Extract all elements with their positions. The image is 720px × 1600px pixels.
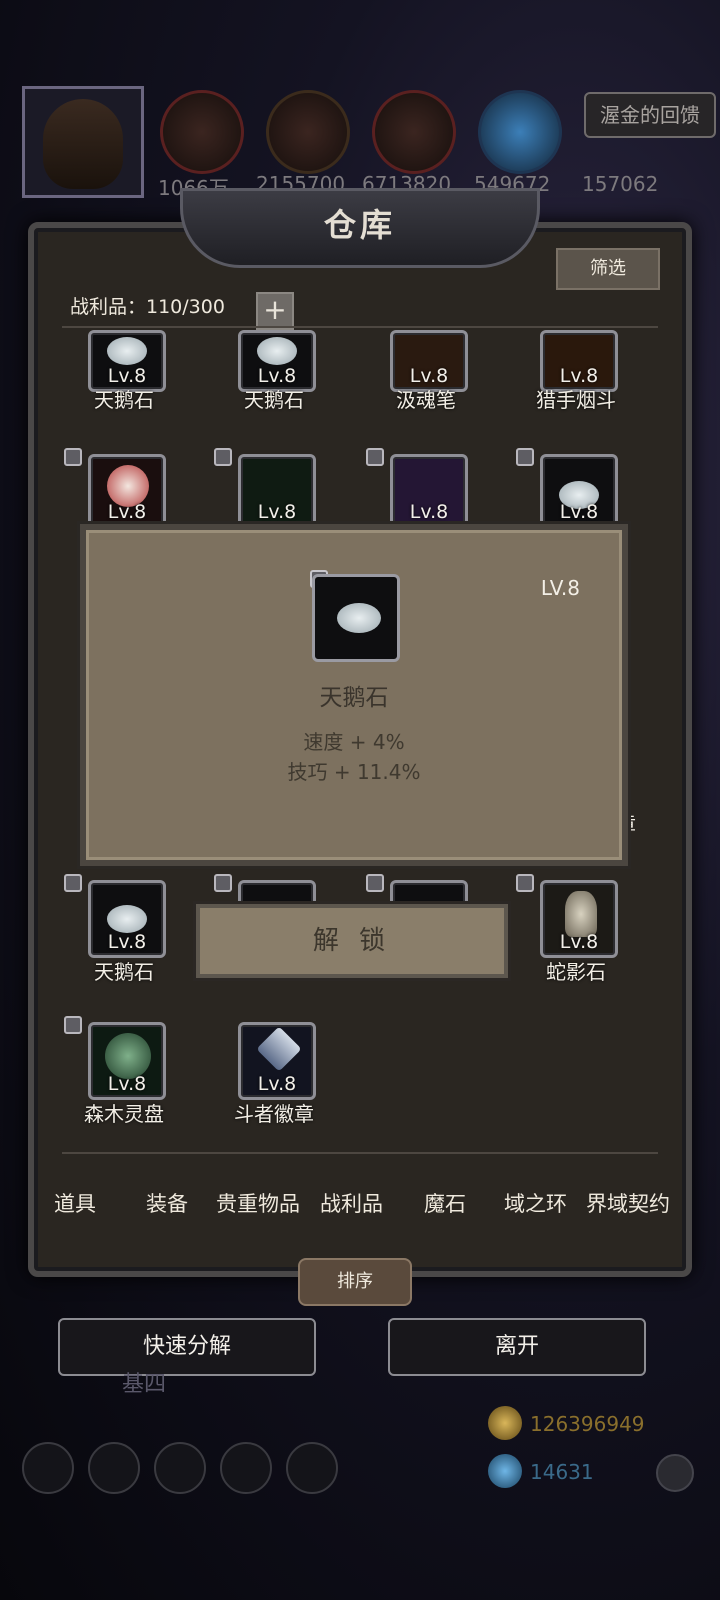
gem-amount: 14631 [530, 1460, 594, 1484]
player-avatar[interactable] [22, 86, 144, 198]
lock-icon [366, 448, 384, 466]
lock-icon [64, 874, 82, 892]
grid-item[interactable]: Lv.8 天鹅石 [214, 320, 334, 420]
popup-stat-speed: 速度 + 4% [303, 730, 405, 754]
tab-domain-ring[interactable]: 域之环 [504, 1188, 567, 1218]
lock-icon [366, 874, 384, 892]
tab-loot[interactable]: 战利品 [320, 1188, 383, 1218]
tab-domain-contract[interactable]: 界域契约 [586, 1188, 670, 1218]
grid-item[interactable]: Lv.8 天鹅石 [64, 320, 184, 420]
bottom-divider [62, 1152, 658, 1154]
menu-icon-5[interactable] [286, 1442, 338, 1494]
background-label: 基四 [122, 1372, 167, 1397]
leave-button[interactable]: 离开 [388, 1318, 646, 1376]
popup-level: LV.8 [540, 576, 580, 600]
filter-button[interactable]: 筛选 [556, 248, 660, 290]
lock-icon [64, 1016, 82, 1034]
grid-item[interactable]: Lv.8 天鹅石 [64, 874, 184, 984]
tab-valuables[interactable]: 贵重物品 [216, 1188, 300, 1218]
gem-icon [488, 1454, 522, 1488]
add-currency-icon[interactable] [656, 1454, 694, 1492]
resource-value-5: 157062 [582, 172, 659, 196]
grid-item[interactable]: Lv.8 猎手烟斗 [516, 320, 636, 420]
tab-props[interactable]: 道具 [54, 1188, 96, 1218]
mail-icon[interactable] [220, 1442, 272, 1494]
grid-item[interactable]: Lv.8 汲魂笔 [366, 320, 486, 420]
lock-icon [214, 448, 232, 466]
lock-icon [64, 448, 82, 466]
unlock-button[interactable]: 解 锁 [196, 904, 508, 978]
popup-item-slot [312, 574, 400, 662]
loot-count: 战利品：110/300 [70, 296, 225, 318]
gold-coin-icon [488, 1406, 522, 1440]
resource-meat-icon [160, 90, 244, 174]
popup-stat-skill: 技巧 + 11.4% [287, 760, 421, 784]
resource-crystal-icon [478, 90, 562, 174]
menu-icon-3[interactable] [154, 1442, 206, 1494]
resource-wood-icon [266, 90, 350, 174]
tab-equipment[interactable]: 装备 [146, 1188, 188, 1218]
avatar-face [43, 99, 123, 189]
quick-decompose-button[interactable]: 快速分解 [58, 1318, 316, 1376]
popup-item-name: 天鹅石 [319, 685, 389, 711]
sort-button[interactable]: 排序 [298, 1258, 412, 1306]
tab-magic-stone[interactable]: 魔石 [424, 1188, 466, 1218]
reward-button[interactable]: 渥金的回馈 [584, 92, 716, 138]
lock-icon [516, 874, 534, 892]
grid-item[interactable]: Lv.8 森木灵盘 [64, 1016, 184, 1126]
item-detail-popup: LV.8 天鹅石 速度 + 4% 技巧 + 11.4% [80, 524, 628, 866]
category-tabs: 道具 装备 贵重物品 战利品 魔石 域之环 界域契约 [34, 1170, 684, 1232]
gold-amount: 126396949 [530, 1412, 645, 1436]
swan-stone-icon [337, 603, 381, 633]
grid-item[interactable]: Lv.8 斗者徽章 [214, 1022, 334, 1126]
warehouse-title: 仓库 [323, 206, 396, 244]
grid-item[interactable]: Lv.8 蛇影石 [516, 874, 636, 984]
settings-icon[interactable] [22, 1442, 74, 1494]
resource-iron-icon [372, 90, 456, 174]
lock-icon [214, 874, 232, 892]
lock-icon [516, 448, 534, 466]
menu-icon-2[interactable] [88, 1442, 140, 1494]
